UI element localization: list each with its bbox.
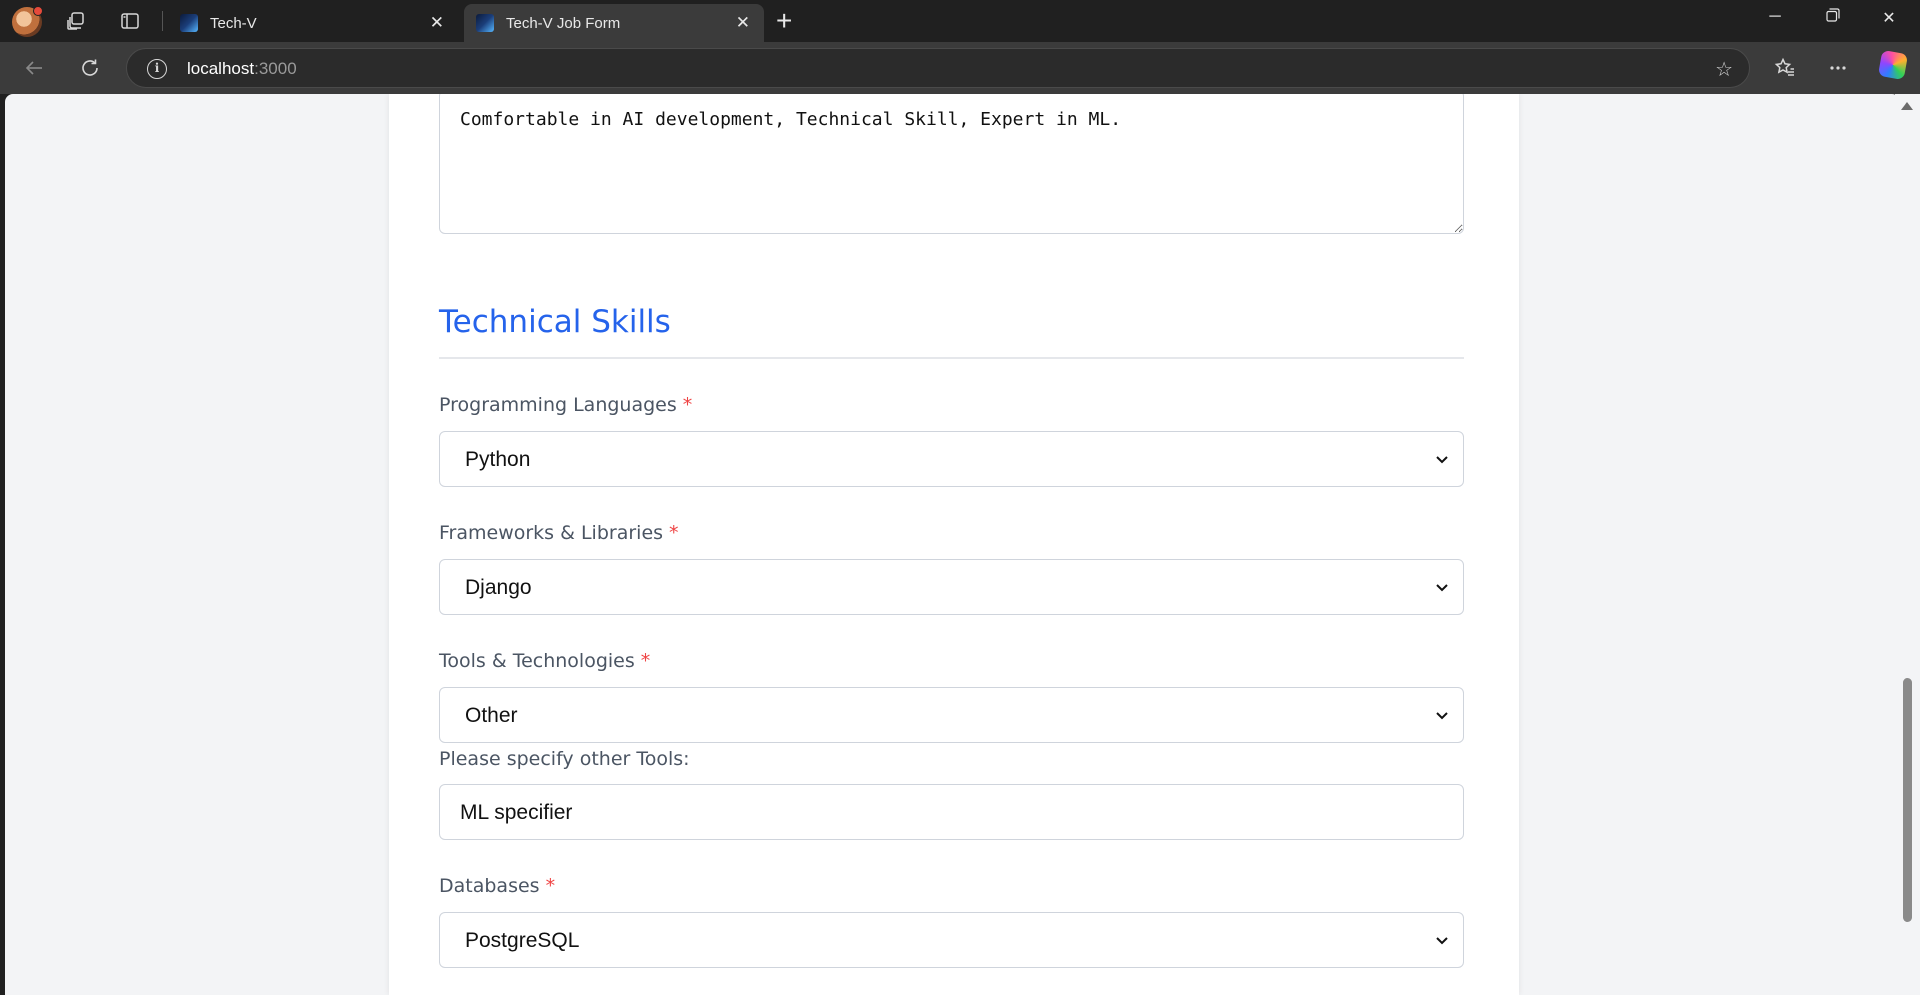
favorites-icon[interactable] — [1771, 54, 1799, 82]
browser-titlebar: Tech-V ✕ Tech-V Job Form ✕ + ─ ✕ — [0, 0, 1920, 42]
close-tab-icon[interactable]: ✕ — [430, 14, 444, 32]
selected-value: Other — [465, 704, 518, 727]
profile-avatar[interactable] — [12, 6, 43, 37]
frameworks-select[interactable]: Django — [439, 559, 1464, 615]
minimize-icon[interactable]: ─ — [1752, 8, 1798, 26]
notification-dot — [33, 6, 43, 16]
other-tools-input[interactable]: ML specifier — [439, 784, 1464, 840]
label-text: Databases — [439, 875, 540, 897]
refresh-icon[interactable] — [76, 54, 104, 82]
label-text: Programming Languages — [439, 394, 677, 416]
chevron-down-icon — [1431, 930, 1453, 952]
label-text: Frameworks & Libraries — [439, 522, 664, 544]
programming-languages-select[interactable]: Python — [439, 431, 1464, 487]
programming-languages-label: Programming Languages * — [439, 394, 692, 416]
tab-tech-v[interactable]: Tech-V ✕ — [168, 4, 458, 42]
selected-value: PostgreSQL — [465, 929, 580, 952]
databases-label: Databases * — [439, 875, 555, 897]
workspaces-icon[interactable] — [64, 9, 88, 33]
section-title: Technical Skills — [439, 304, 671, 340]
site-info-icon[interactable]: i — [147, 59, 167, 79]
favicon-icon — [476, 14, 494, 32]
chevron-down-icon — [1431, 449, 1453, 471]
form-card: Technical Skills Programming Languages* … — [389, 94, 1519, 995]
page-viewport: Technical Skills Programming Languages* … — [5, 94, 1900, 995]
section-divider — [439, 357, 1464, 359]
required-marker: * — [640, 650, 651, 672]
url-port: :3000 — [254, 59, 297, 78]
more-options-icon[interactable] — [1824, 54, 1852, 82]
favicon-icon — [180, 14, 198, 32]
chevron-down-icon — [1431, 705, 1453, 727]
address-bar[interactable]: i localhost:3000 ☆ — [126, 48, 1750, 88]
close-window-icon[interactable]: ✕ — [1866, 8, 1912, 28]
back-icon[interactable] — [20, 54, 48, 82]
url-host: localhost — [187, 59, 255, 78]
frameworks-label: Frameworks & Libraries * — [439, 522, 679, 544]
selected-value: Python — [465, 448, 531, 471]
copilot-icon[interactable] — [1877, 49, 1909, 81]
required-marker: * — [669, 522, 679, 544]
url-text[interactable]: localhost:3000 — [187, 59, 297, 79]
tools-select[interactable]: Other — [439, 687, 1464, 743]
required-marker: * — [682, 394, 693, 416]
tab-tech-v-job-form[interactable]: Tech-V Job Form ✕ — [464, 4, 764, 42]
chevron-down-icon — [1431, 577, 1453, 599]
favorite-star-icon[interactable]: ☆ — [1715, 57, 1733, 82]
tab-separator — [162, 11, 163, 31]
input-value: ML specifier — [460, 801, 573, 824]
new-tab-icon[interactable]: + — [776, 6, 792, 36]
label-text: Tools & Technologies — [439, 650, 635, 672]
tab-title: Tech-V — [210, 14, 257, 32]
restore-icon[interactable] — [1810, 8, 1856, 27]
page-scrollbar[interactable] — [1895, 94, 1920, 995]
databases-select[interactable]: PostgreSQL — [439, 912, 1464, 968]
close-tab-icon[interactable]: ✕ — [736, 14, 750, 32]
other-tools-label: Please specify other Tools: — [439, 748, 690, 770]
required-marker: * — [545, 875, 556, 897]
scrollbar-thumb[interactable] — [1903, 678, 1912, 922]
vertical-tabs-icon[interactable] — [118, 9, 142, 33]
scroll-up-arrow-icon[interactable] — [1901, 102, 1913, 110]
browser-toolbar: i localhost:3000 ☆ — [0, 42, 1920, 94]
description-textarea[interactable] — [439, 94, 1464, 234]
tab-title: Tech-V Job Form — [506, 14, 621, 32]
selected-value: Django — [465, 576, 532, 599]
tools-label: Tools & Technologies * — [439, 650, 650, 672]
